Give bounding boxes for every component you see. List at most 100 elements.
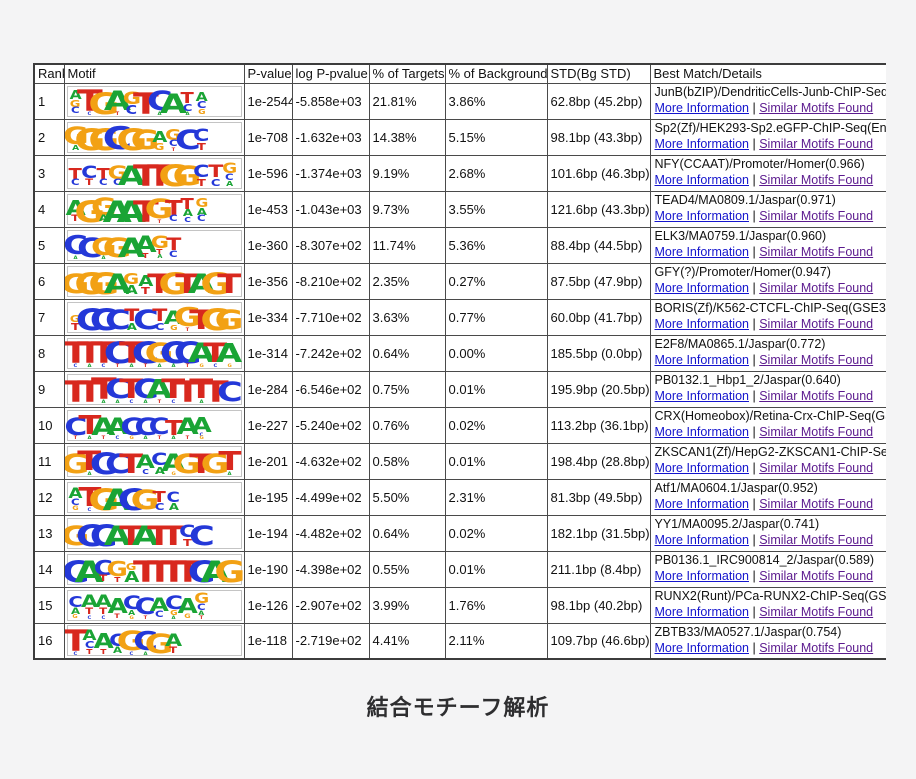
match-links: More Information | Similar Motifs Found: [655, 605, 887, 621]
logo-letter-C: C: [155, 612, 164, 619]
best-match-name: ZBTB33/MA0527.1/Jaspar(0.754): [655, 625, 887, 641]
more-information-link[interactable]: More Information: [655, 389, 749, 403]
similar-motifs-found-link[interactable]: Similar Motifs Found: [759, 173, 873, 187]
rank-cell: 12: [34, 479, 64, 515]
similar-motifs-found-link[interactable]: Similar Motifs Found: [759, 533, 873, 547]
more-information-link[interactable]: More Information: [655, 605, 749, 619]
more-information-link[interactable]: More Information: [655, 353, 749, 367]
logo-letter-T: T: [197, 144, 206, 152]
table-row: 16 TCACTATCAGCCAGAT 1e-118 -2.719e+02 4.…: [34, 623, 886, 659]
rank-cell: 7: [34, 299, 64, 335]
match-links: More Information | Similar Motifs Found: [655, 137, 887, 153]
table-row: 4 ATGGAAATGTTCTACGAC 1e-453 -1.043e+03 9…: [34, 191, 886, 227]
similar-motifs-found-link[interactable]: Similar Motifs Found: [759, 641, 873, 655]
logo-letter-C: C: [197, 216, 206, 223]
logo-position: CT: [83, 159, 97, 188]
logo-letter-C: C: [99, 180, 108, 187]
motif-sequence-logo: CACTGTGATTTTCAG: [67, 554, 242, 585]
figure-caption: 結合モチーフ解析: [0, 690, 916, 722]
more-information-link[interactable]: More Information: [655, 317, 749, 331]
logo-letter-C: C: [142, 470, 149, 475]
logo-letter-G: G: [199, 436, 203, 439]
best-match-cell: JunB(bZIP)/DendriticCells-Junb-ChIP-Seq …: [650, 83, 886, 119]
rank-cell: 1: [34, 83, 64, 119]
similar-motifs-found-link[interactable]: Similar Motifs Found: [759, 497, 873, 511]
std-cell: 81.3bp (49.5bp): [547, 479, 650, 515]
table-row: 7 GTCCCTACTCAGGTTGG 1e-334 -7.710e+02 3.…: [34, 299, 886, 335]
more-information-link[interactable]: More Information: [655, 209, 749, 223]
pct-targets-cell: 3.99%: [369, 587, 445, 623]
similar-motifs-found-link[interactable]: Similar Motifs Found: [759, 281, 873, 295]
log-pvalue-cell: -6.546e+02: [292, 371, 369, 407]
more-information-link[interactable]: More Information: [655, 137, 749, 151]
logo-letter-T: T: [218, 452, 241, 472]
rank-cell: 5: [34, 227, 64, 263]
similar-motifs-found-link[interactable]: Similar Motifs Found: [759, 389, 873, 403]
best-match-cell: YY1/MA0095.2/Jaspar(0.741) More Informat…: [650, 515, 886, 551]
more-information-link[interactable]: More Information: [655, 173, 749, 187]
best-match-cell: Atf1/MA0604.1/Jaspar(0.952) More Informa…: [650, 479, 886, 515]
best-match-cell: BORIS(Zf)/K562-CTCFL-ChIP-Seq(GSE324 Mor…: [650, 299, 886, 335]
header-pct-background: % of Background: [445, 64, 547, 83]
logo-letter-A: A: [227, 472, 231, 475]
pct-targets-cell: 4.41%: [369, 623, 445, 659]
best-match-cell: PB0136.1_IRC900814_2/Jaspar(0.589) More …: [650, 551, 886, 587]
logo-position: TC: [167, 195, 181, 224]
best-match-cell: NFY(CCAAT)/Promoter/Homer(0.966) More In…: [650, 155, 886, 191]
logo-letter-C: C: [169, 252, 178, 259]
table-row: 15 CAGATCATCATCAGCTACCGAAGGCAT 1e-126 -2…: [34, 587, 886, 623]
similar-motifs-found-link[interactable]: Similar Motifs Found: [759, 137, 873, 151]
pct-targets-cell: 0.58%: [369, 443, 445, 479]
logo-position: AG: [181, 591, 195, 620]
log-pvalue-cell: -4.398e+02: [292, 551, 369, 587]
pvalue-cell: 1e-284: [244, 371, 292, 407]
logo-letter-T: T: [86, 650, 92, 655]
more-information-link[interactable]: More Information: [655, 641, 749, 655]
logo-position: GAC: [195, 195, 209, 224]
table-row: 11 GTACCTACCAAGGTGTA 1e-201 -4.632e+02 0…: [34, 443, 886, 479]
logo-letter-A: A: [216, 344, 242, 364]
motif-sequence-logo: GAGGCGGAGGCTCCT: [67, 122, 242, 153]
similar-motifs-found-link[interactable]: Similar Motifs Found: [759, 245, 873, 259]
logo-position: C: [139, 303, 153, 332]
logo-letter-T: T: [86, 180, 94, 187]
logo-letter-A: A: [185, 112, 189, 115]
similar-motifs-found-link[interactable]: Similar Motifs Found: [759, 425, 873, 439]
similar-motifs-found-link[interactable]: Similar Motifs Found: [759, 461, 873, 475]
pvalue-cell: 1e-708: [244, 119, 292, 155]
similar-motifs-found-link[interactable]: Similar Motifs Found: [759, 101, 873, 115]
header-motif: Motif: [64, 64, 244, 83]
similar-motifs-found-link[interactable]: Similar Motifs Found: [759, 569, 873, 583]
logo-position: GT: [111, 555, 125, 584]
table-row: 13 GCCATATTCTC 1e-194 -4.482e+02 0.64% 0…: [34, 515, 886, 551]
logo-letter-G: G: [73, 616, 78, 620]
more-information-link[interactable]: More Information: [655, 533, 749, 547]
std-cell: 109.7bp (46.6bp): [547, 623, 650, 659]
best-match-name: GFY(?)/Promoter/Homer(0.947): [655, 265, 887, 281]
more-information-link[interactable]: More Information: [655, 569, 749, 583]
logo-letter-C: C: [189, 526, 215, 547]
more-information-link[interactable]: More Information: [655, 281, 749, 295]
similar-motifs-found-link[interactable]: Similar Motifs Found: [759, 353, 873, 367]
similar-motifs-found-link[interactable]: Similar Motifs Found: [759, 209, 873, 223]
log-pvalue-cell: -8.210e+02: [292, 263, 369, 299]
more-information-link[interactable]: More Information: [655, 497, 749, 511]
more-information-link[interactable]: More Information: [655, 461, 749, 475]
match-links: More Information | Similar Motifs Found: [655, 533, 887, 549]
pvalue-cell: 1e-453: [244, 191, 292, 227]
motif-sequence-logo: CACGAGAATGTATC: [67, 230, 242, 261]
best-match-cell: Sp2(Zf)/HEK293-Sp2.eGFP-ChIP-Seq(Enc Mor…: [650, 119, 886, 155]
best-match-cell: CRX(Homeobox)/Retina-Crx-ChIP-Seq(GS Mor…: [650, 407, 886, 443]
more-information-link[interactable]: More Information: [655, 425, 749, 439]
logo-letter-C: C: [102, 616, 106, 619]
logo-letter-C: C: [88, 616, 92, 619]
logo-letter-G: G: [129, 616, 133, 619]
logo-letter-T: T: [115, 615, 120, 620]
more-information-link[interactable]: More Information: [655, 101, 749, 115]
logo-position: G: [139, 123, 153, 152]
similar-motifs-found-link[interactable]: Similar Motifs Found: [759, 317, 873, 331]
more-information-link[interactable]: More Information: [655, 245, 749, 259]
log-pvalue-cell: -4.632e+02: [292, 443, 369, 479]
similar-motifs-found-link[interactable]: Similar Motifs Found: [759, 605, 873, 619]
table-row: 1 AGCTCGATGCTCAATCAACG 1e-2544 -5.858e+0…: [34, 83, 886, 119]
